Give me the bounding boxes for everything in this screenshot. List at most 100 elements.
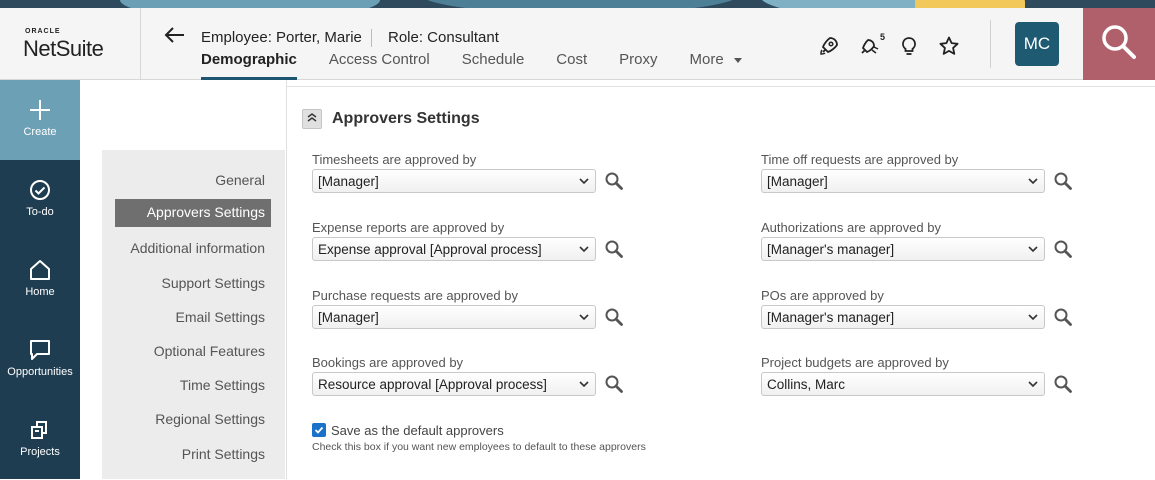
nav-projects[interactable]: Projects bbox=[0, 400, 80, 480]
subnav-support-settings[interactable]: Support Settings bbox=[161, 275, 265, 291]
double-chevron-up-icon bbox=[306, 110, 318, 128]
back-arrow-icon[interactable] bbox=[164, 24, 186, 51]
subnav-regional-settings[interactable]: Regional Settings bbox=[155, 411, 265, 427]
chevron-down-icon bbox=[579, 178, 589, 185]
logo-netsuite-text: NetSuite bbox=[23, 36, 104, 61]
authorizations-approver-label: Authorizations are approved by bbox=[761, 220, 941, 235]
nav-opportunities[interactable]: Opportunities bbox=[0, 320, 80, 400]
content-divider bbox=[286, 80, 287, 479]
recent-records-icon[interactable]: 5 bbox=[858, 32, 898, 60]
pos-approver-select[interactable]: [Manager's manager] bbox=[761, 305, 1045, 329]
purchase-requests-approver-field: Purchase requests are approved by [Manage… bbox=[312, 288, 642, 329]
time-off-requests-approver-label: Time off requests are approved by bbox=[761, 152, 959, 167]
nav-opportunities-label: Opportunities bbox=[7, 366, 73, 378]
content-top-rule bbox=[287, 86, 1155, 87]
subnav-additional-information[interactable]: Additional information bbox=[130, 240, 265, 256]
select-value: [Manager's manager] bbox=[767, 310, 895, 325]
section-title: Approvers Settings bbox=[332, 110, 480, 127]
page-header: ORACLE NetSuite Employee: Porter, Marie … bbox=[0, 8, 1155, 80]
magnifier-icon bbox=[605, 172, 623, 190]
project-budgets-approver-label: Project budgets are approved by bbox=[761, 355, 949, 370]
nav-create[interactable]: Create bbox=[0, 80, 80, 160]
subnav-time-settings[interactable]: Time Settings bbox=[180, 377, 265, 393]
avatar[interactable]: MC bbox=[1015, 22, 1059, 66]
check-circle-icon bbox=[0, 178, 80, 202]
purchase-requests-approver-select[interactable]: [Manager] bbox=[312, 305, 596, 329]
magnifier-icon bbox=[1054, 240, 1072, 258]
expense-reports-approver-field: Expense reports are approved by Expense a… bbox=[312, 220, 642, 261]
pos-lookup-button[interactable] bbox=[1053, 307, 1073, 327]
expense-reports-approver-select[interactable]: Expense approval [Approval process] bbox=[312, 237, 596, 261]
select-value: Collins, Marc bbox=[767, 377, 846, 392]
time-off-requests-lookup-button[interactable] bbox=[1053, 171, 1073, 191]
magnifier-icon bbox=[1054, 375, 1072, 393]
bookings-lookup-button[interactable] bbox=[604, 374, 624, 394]
default-approvers-checkbox[interactable] bbox=[312, 423, 326, 437]
decorative-banner bbox=[0, 0, 1155, 8]
tab-proxy[interactable]: Proxy bbox=[619, 52, 657, 80]
time-off-requests-approver-select[interactable]: [Manager] bbox=[761, 169, 1045, 193]
chevron-down-icon bbox=[1028, 314, 1038, 321]
magnifier-icon bbox=[605, 375, 623, 393]
star-icon[interactable] bbox=[938, 32, 978, 60]
pos-approver-field: POs are approved by [Manager's manager] bbox=[761, 288, 1091, 329]
select-value: [Manager] bbox=[318, 174, 379, 189]
authorizations-lookup-button[interactable] bbox=[1053, 239, 1073, 259]
nav-projects-label: Projects bbox=[20, 446, 60, 458]
bookings-approver-label: Bookings are approved by bbox=[312, 355, 464, 370]
chevron-down-icon bbox=[579, 246, 589, 253]
project-budgets-approver-field: Project budgets are approved by Collins, … bbox=[761, 355, 1091, 396]
tab-schedule[interactable]: Schedule bbox=[462, 52, 525, 80]
nav-todo-label: To-do bbox=[26, 206, 54, 218]
timesheets-lookup-button[interactable] bbox=[604, 171, 624, 191]
expense-reports-lookup-button[interactable] bbox=[604, 239, 624, 259]
plus-icon bbox=[0, 98, 80, 122]
timesheets-approver-label: Timesheets are approved by bbox=[312, 152, 477, 167]
project-budgets-lookup-button[interactable] bbox=[1053, 374, 1073, 394]
bookings-approver-field: Bookings are approved by Resource approva… bbox=[312, 355, 642, 396]
nav-create-label: Create bbox=[23, 126, 57, 138]
tab-demographic[interactable]: Demographic bbox=[201, 52, 297, 80]
netsuite-logo[interactable]: ORACLE NetSuite bbox=[0, 8, 141, 80]
expense-reports-approver-label: Expense reports are approved by bbox=[312, 220, 505, 235]
nav-home[interactable]: Home bbox=[0, 240, 80, 320]
timesheets-approver-field: Timesheets are approved by [Manager] bbox=[312, 152, 642, 193]
purchase-requests-lookup-button[interactable] bbox=[604, 307, 624, 327]
role-title: Role: Consultant bbox=[388, 29, 499, 46]
select-value: [Manager] bbox=[318, 310, 379, 325]
subnav-optional-features[interactable]: Optional Features bbox=[154, 343, 265, 359]
rocket-icon[interactable] bbox=[818, 32, 858, 60]
chevron-down-icon bbox=[579, 381, 589, 388]
record-tabs: Demographic Access Control Schedule Cost… bbox=[201, 52, 774, 80]
subnav-email-settings[interactable]: Email Settings bbox=[176, 309, 265, 325]
select-value: Expense approval [Approval process] bbox=[318, 242, 542, 257]
magnifier-icon bbox=[605, 240, 623, 258]
project-budgets-approver-select[interactable]: Collins, Marc bbox=[761, 372, 1045, 396]
subnav-approvers-settings[interactable]: Approvers Settings bbox=[115, 199, 271, 227]
magnifier-icon bbox=[605, 308, 623, 326]
nav-home-label: Home bbox=[25, 286, 55, 298]
lightbulb-icon[interactable] bbox=[898, 32, 938, 60]
recent-records-badge: 5 bbox=[880, 32, 886, 42]
nav-todo[interactable]: To-do bbox=[0, 160, 80, 240]
select-value: [Manager] bbox=[767, 174, 828, 189]
bookings-approver-select[interactable]: Resource approval [Approval process] bbox=[312, 372, 596, 396]
global-search-button[interactable] bbox=[1083, 8, 1155, 80]
select-value: Resource approval [Approval process] bbox=[318, 377, 547, 392]
projects-icon bbox=[0, 418, 80, 442]
search-icon bbox=[1100, 23, 1138, 66]
employee-title: Employee: Porter, Marie bbox=[201, 29, 362, 46]
chevron-down-icon bbox=[1028, 246, 1038, 253]
header-divider-right bbox=[990, 20, 991, 68]
collapse-section-button[interactable] bbox=[302, 109, 322, 129]
default-approvers-label: Save as the default approvers bbox=[331, 423, 504, 438]
tab-access-control[interactable]: Access Control bbox=[329, 52, 430, 80]
tab-more[interactable]: More bbox=[689, 52, 741, 80]
timesheets-approver-select[interactable]: [Manager] bbox=[312, 169, 596, 193]
subnav-general[interactable]: General bbox=[215, 172, 265, 188]
tab-cost[interactable]: Cost bbox=[556, 52, 587, 80]
authorizations-approver-select[interactable]: [Manager's manager] bbox=[761, 237, 1045, 261]
chevron-down-icon bbox=[1028, 381, 1038, 388]
magnifier-icon bbox=[1054, 172, 1072, 190]
subnav-print-settings[interactable]: Print Settings bbox=[182, 446, 265, 462]
